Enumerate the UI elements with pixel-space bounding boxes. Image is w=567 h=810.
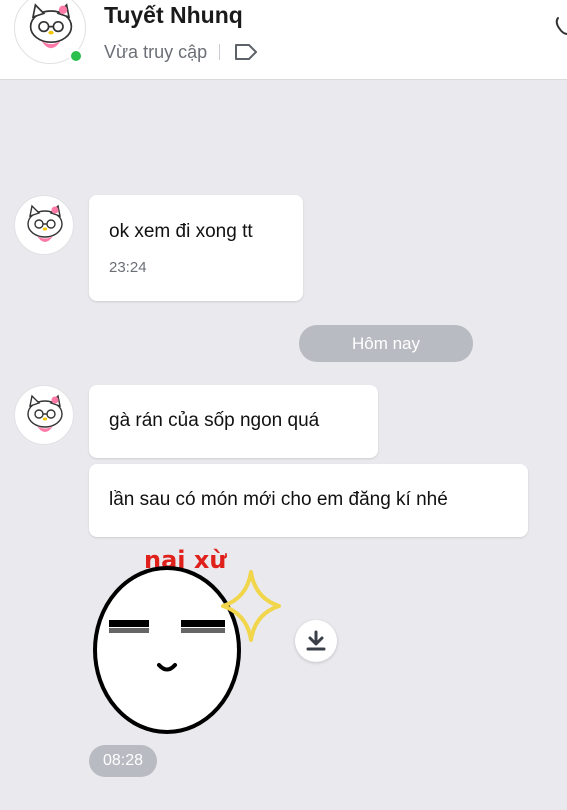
status-divider <box>219 44 221 60</box>
tag-icon[interactable] <box>234 43 258 61</box>
sticker-message[interactable]: nai xừ <box>89 540 289 740</box>
sender-avatar[interactable] <box>14 385 74 445</box>
message-bubble[interactable]: lần sau có món mới cho em đăng kí nhé <box>89 464 528 537</box>
date-divider: Hôm nay <box>299 325 473 362</box>
contact-name[interactable]: Tuyết Nhunq <box>104 2 243 29</box>
kitty-avatar-icon <box>27 394 63 432</box>
message-text: gà rán của sốp ngon quá <box>109 410 320 431</box>
message-time: 23:24 <box>109 259 147 276</box>
sticker-time: 08:28 <box>89 745 157 777</box>
sender-avatar[interactable] <box>14 195 74 255</box>
kitty-avatar-icon <box>27 204 63 242</box>
phone-icon[interactable] <box>553 14 567 38</box>
download-icon <box>306 630 326 651</box>
online-status-dot <box>69 49 83 63</box>
message-bubble[interactable]: gà rán của sốp ngon quá <box>89 385 378 458</box>
message-text: lần sau có món mới cho em đăng kí nhé <box>109 489 448 510</box>
message-text: ok xem đi xong tt <box>109 221 253 242</box>
sticker-face-icon: nai xừ <box>93 546 281 734</box>
download-button[interactable] <box>295 620 337 662</box>
status-row: Vừa truy cập <box>104 40 258 64</box>
message-bubble[interactable]: ok xem đi xong tt 23:24 <box>89 195 303 301</box>
chat-header: Tuyết Nhunq Vừa truy cập <box>0 0 567 80</box>
last-seen-status: Vừa truy cập <box>104 41 208 62</box>
